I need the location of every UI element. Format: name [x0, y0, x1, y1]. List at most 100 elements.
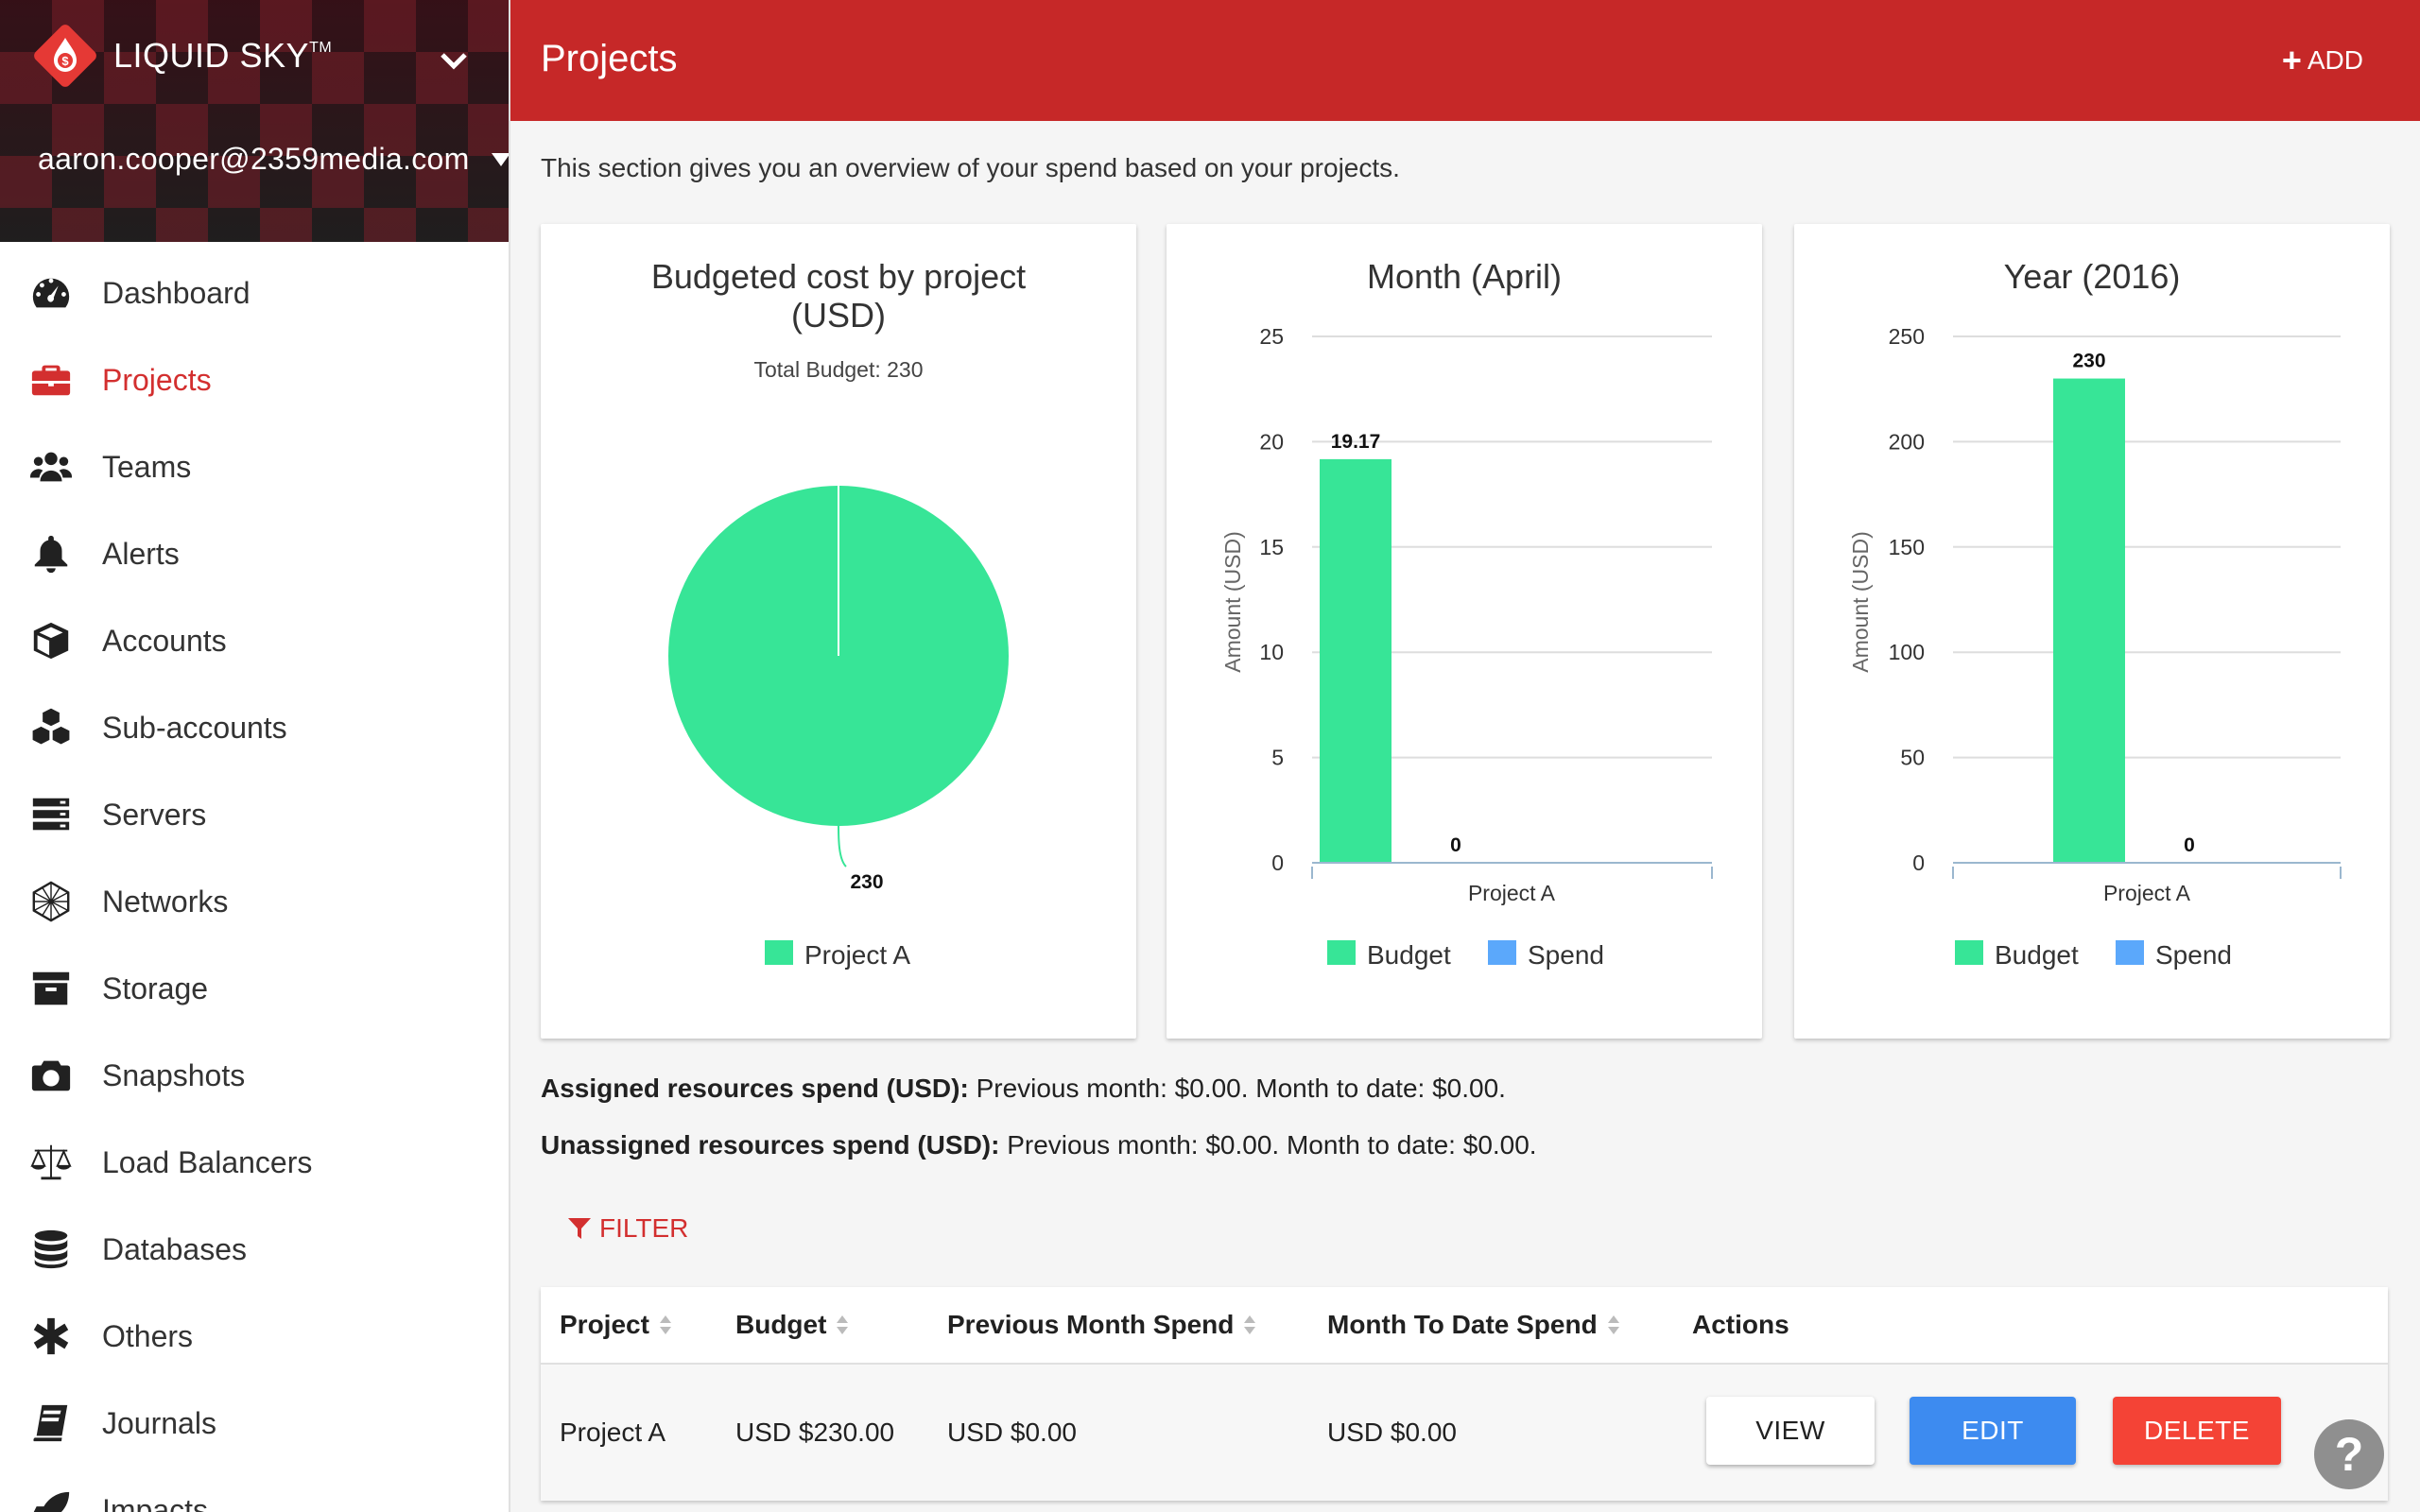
bar-value-label: 0 — [1450, 834, 1461, 856]
cubes-icon — [28, 705, 74, 750]
balance-scale-icon — [28, 1140, 74, 1185]
sidebar-item-label: Networks — [102, 884, 229, 919]
bar-budget[interactable] — [1320, 458, 1392, 863]
pie-label-leader-line — [838, 824, 847, 868]
legend-label-spend[interactable]: Spend — [2155, 940, 2232, 970]
budget-by-project-chart-card: Budgeted cost by project (USD) Total Bud… — [541, 224, 1136, 1039]
sidebar-item-storage[interactable]: Storage — [0, 945, 509, 1032]
column-header-label: Project — [560, 1310, 649, 1339]
database-icon — [28, 1227, 74, 1272]
sidebar-item-label: Snapshots — [102, 1057, 246, 1092]
svg-text:$: $ — [61, 54, 69, 68]
cell-project: Project A — [560, 1418, 666, 1447]
column-header-label: Budget — [735, 1310, 827, 1339]
brand-name: LIQUID SKYTM — [113, 36, 333, 75]
cell-month-to-date-spend: USD $0.00 — [1327, 1418, 1457, 1447]
year-y-tick-labels: 0 50 100 150 200 250 — [1889, 324, 1925, 875]
sidebar-item-networks[interactable]: Networks — [0, 858, 509, 945]
pie-chart-title-line2: (USD) — [791, 296, 886, 335]
filter-button-label: FILTER — [599, 1213, 689, 1243]
month-x-axis — [1311, 862, 1713, 879]
top-app-bar: Projects + ADD — [510, 0, 2420, 121]
view-button[interactable]: VIEW — [1706, 1397, 1875, 1465]
column-header-label: Previous Month Spend — [947, 1310, 1235, 1339]
column-header-actions: Actions — [1692, 1310, 1789, 1340]
sidebar-item-journals[interactable]: Journals — [0, 1380, 509, 1467]
y-tick-label: 25 — [1259, 324, 1284, 349]
sidebar-item-projects[interactable]: Projects — [0, 336, 509, 423]
sidebar-item-label: Teams — [102, 449, 192, 484]
briefcase-icon — [28, 357, 74, 403]
legend-label-spend[interactable]: Spend — [1528, 940, 1604, 970]
user-menu-caret-icon[interactable] — [492, 153, 509, 166]
month-bar-chart: Month (April) 0 5 10 15 20 25 Amount (USD) 19… — [1220, 257, 1713, 970]
pie-chart-title-line1: Budgeted cost by project — [651, 257, 1026, 296]
help-button[interactable]: ? — [2314, 1419, 2384, 1489]
y-tick-label: 100 — [1889, 640, 1925, 664]
month-y-axis-title: Amount (USD) — [1220, 531, 1245, 673]
year-x-axis — [1952, 862, 2342, 879]
sidebar-item-databases[interactable]: Databases — [0, 1206, 509, 1293]
bar-value-label: 0 — [2184, 834, 2195, 856]
plus-icon: + — [2281, 41, 2302, 79]
edit-button[interactable]: EDIT — [1910, 1397, 2076, 1465]
server-icon — [28, 792, 74, 837]
year-chart-card: Year (2016) 0 50 100 150 200 250 Amount (USD)… — [1794, 224, 2390, 1039]
camera-icon — [28, 1053, 74, 1098]
column-header-budget[interactable]: Budget — [735, 1310, 849, 1340]
legend-label-budget[interactable]: Budget — [1995, 940, 2079, 970]
brand[interactable]: $ LIQUID SKYTM — [28, 19, 332, 93]
y-tick-label: 250 — [1889, 324, 1925, 349]
sidebar-item-load-balancers[interactable]: Load Balancers — [0, 1119, 509, 1206]
dashboard-icon — [28, 270, 74, 316]
column-header-project[interactable]: Project — [560, 1310, 672, 1340]
add-button[interactable]: + ADD — [2282, 43, 2363, 77]
year-x-tick-label: Project A — [2103, 881, 2191, 905]
sidebar-item-label: Impacts — [102, 1492, 209, 1512]
sidebar-item-label: Projects — [102, 362, 212, 397]
filter-button[interactable]: FILTER — [567, 1213, 688, 1244]
asterisk-icon — [28, 1314, 74, 1359]
page-title: Projects — [541, 38, 678, 79]
sidebar-nav: Dashboard Projects Teams Alerts Accounts… — [0, 249, 509, 1512]
chevron-down-icon[interactable] — [437, 43, 471, 77]
sidebar-item-label: Load Balancers — [102, 1144, 313, 1179]
sidebar-item-impacts[interactable]: Impacts — [0, 1467, 509, 1512]
sidebar-item-snapshots[interactable]: Snapshots — [0, 1032, 509, 1119]
legend-label-budget[interactable]: Budget — [1367, 940, 1451, 970]
sidebar-item-label: Accounts — [102, 623, 227, 658]
sidebar-item-servers[interactable]: Servers — [0, 771, 509, 858]
sidebar-item-others[interactable]: Others — [0, 1293, 509, 1380]
pie-slices — [668, 486, 1009, 826]
sidebar: $ LIQUID SKYTM aaron.cooper@2359media.co… — [0, 0, 510, 1512]
liquid-sky-logo-icon: $ — [34, 25, 96, 87]
y-tick-label: 5 — [1271, 746, 1284, 770]
user-email[interactable]: aaron.cooper@2359media.com — [38, 142, 470, 177]
bar-value-label: 19.17 — [1331, 431, 1381, 453]
sidebar-header: $ LIQUID SKYTM aaron.cooper@2359media.co… — [0, 0, 509, 242]
book-icon — [28, 1400, 74, 1446]
sidebar-item-sub-accounts[interactable]: Sub-accounts — [0, 684, 509, 771]
network-icon — [28, 879, 74, 924]
sidebar-item-label: Journals — [102, 1405, 216, 1440]
sort-icon — [659, 1315, 671, 1334]
legend-swatch-budget — [1327, 940, 1356, 965]
month-x-tick-label: Project A — [1468, 881, 1556, 905]
bar-budget[interactable] — [2053, 378, 2125, 863]
sidebar-item-accounts[interactable]: Accounts — [0, 597, 509, 684]
column-header-month-to-date-spend[interactable]: Month To Date Spend — [1327, 1310, 1620, 1340]
sidebar-item-dashboard[interactable]: Dashboard — [0, 249, 509, 336]
year-bars: 230 0 — [2053, 351, 2195, 863]
delete-button[interactable]: DELETE — [2113, 1397, 2281, 1465]
pie-chart-subtitle: Total Budget: 230 — [753, 357, 923, 382]
legend-label-project-a[interactable]: Project A — [804, 940, 910, 970]
sidebar-item-label: Databases — [102, 1231, 247, 1266]
month-chart-card: Month (April) 0 5 10 15 20 25 Amount (USD) 19… — [1167, 224, 1762, 1039]
sidebar-item-teams[interactable]: Teams — [0, 423, 509, 510]
sidebar-item-label: Servers — [102, 797, 207, 832]
pie-chart: Budgeted cost by project (USD) Total Bud… — [651, 257, 1026, 970]
cell-previous-month-spend: USD $0.00 — [947, 1418, 1077, 1447]
filter-icon — [568, 1218, 591, 1239]
sidebar-item-alerts[interactable]: Alerts — [0, 510, 509, 597]
column-header-previous-month-spend[interactable]: Previous Month Spend — [947, 1310, 1256, 1340]
